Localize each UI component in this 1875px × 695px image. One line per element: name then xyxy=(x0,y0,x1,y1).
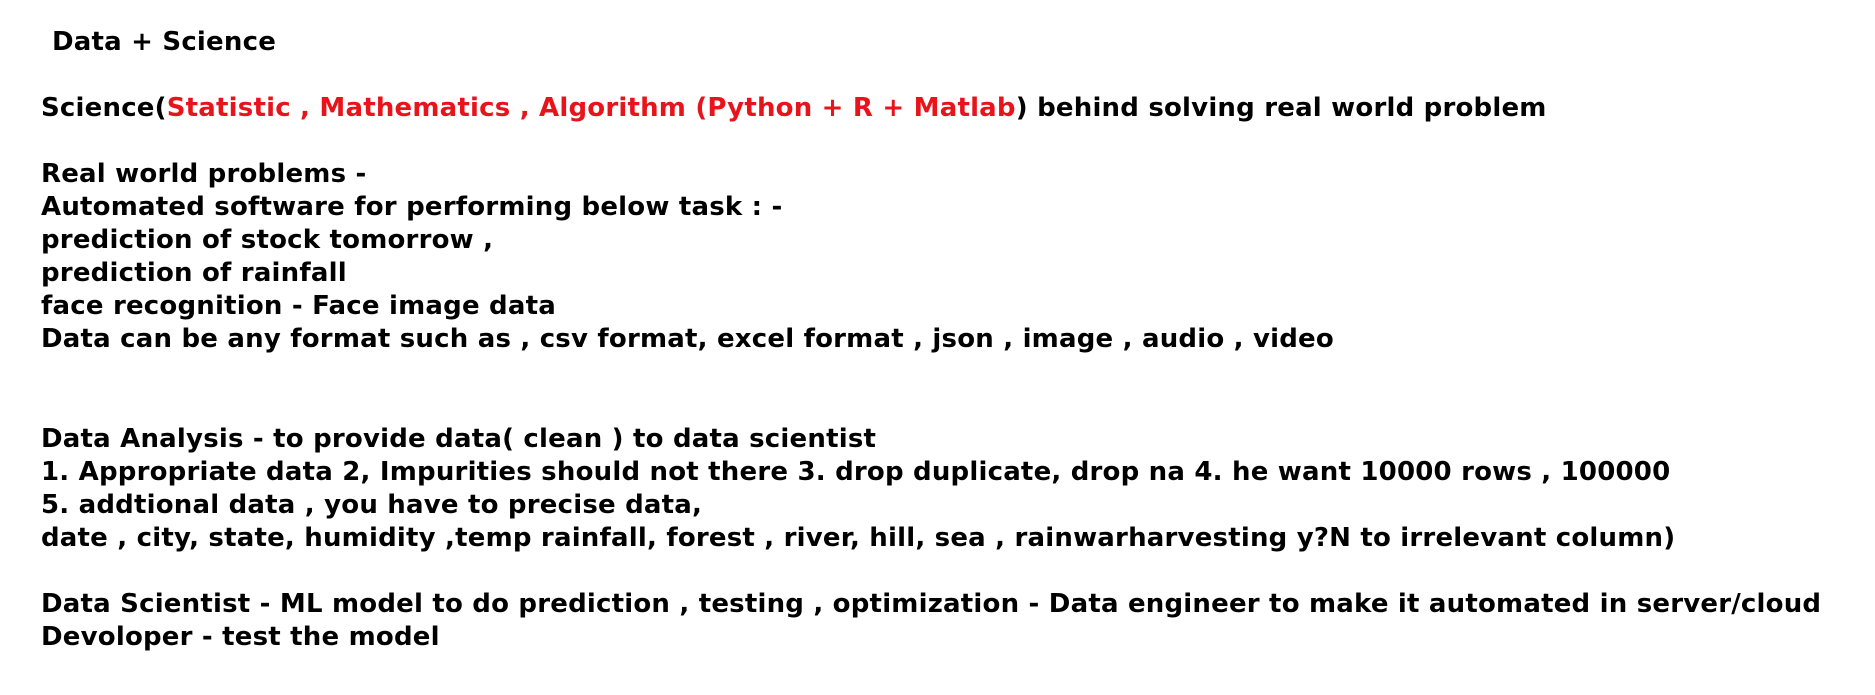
data-analysis-line: 1. Appropriate data 2, Impurities should… xyxy=(41,457,1671,487)
data-analysis-line: Data Analysis - to provide data( clean )… xyxy=(41,424,877,454)
science-highlight: Statistic , Mathematics , Algorithm (Pyt… xyxy=(166,93,1016,123)
data-analysis-line: 5. addtional data , you have to precise … xyxy=(41,490,703,520)
roles-line: Data Scientist - ML model to do predicti… xyxy=(41,589,1822,619)
real-world-heading: Real world problems - xyxy=(41,159,367,189)
real-world-line: prediction of rainfall xyxy=(41,258,347,288)
science-suffix: ) behind solving real world problem xyxy=(1015,93,1547,123)
real-world-line: prediction of stock tomorrow , xyxy=(41,225,494,255)
science-prefix: Science( xyxy=(41,93,167,123)
real-world-line: Automated software for performing below … xyxy=(41,192,783,222)
roles-line: Devoloper - test the model xyxy=(41,622,440,652)
real-world-line: face recognition - Face image data xyxy=(41,291,556,321)
document-canvas: Data + Science Science(Statistic , Mathe… xyxy=(0,0,1875,695)
page-title: Data + Science xyxy=(52,27,277,57)
real-world-line: Data can be any format such as , csv for… xyxy=(41,324,1334,354)
science-line: Science(Statistic , Mathematics , Algori… xyxy=(41,92,1547,125)
data-analysis-line: date , city, state, humidity ,temp rainf… xyxy=(41,523,1676,553)
